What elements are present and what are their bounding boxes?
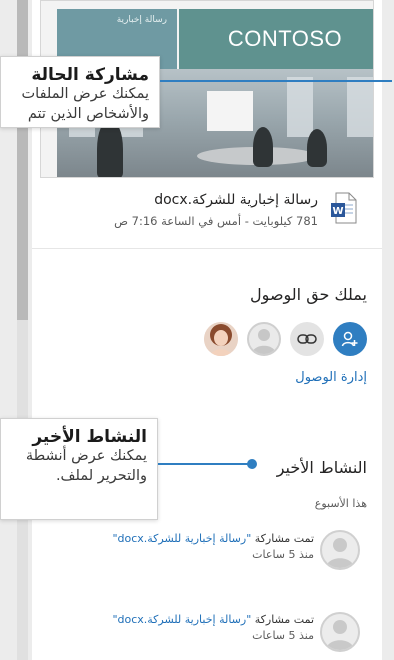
- photo-whiteboard: [207, 91, 253, 131]
- person-placeholder-icon: [326, 538, 354, 568]
- sharing-status-callout: مشاركة الحالة يمكنك عرض الملفات والأشخاص…: [0, 56, 160, 128]
- activity-avatar: [320, 530, 360, 570]
- word-document-icon: W: [331, 192, 357, 224]
- activity-action: تمت مشاركة: [251, 613, 314, 626]
- photo-person: [307, 129, 327, 167]
- photo-person: [253, 127, 273, 167]
- share-link-button[interactable]: [290, 322, 324, 356]
- recent-activity-heading: النشاط الأخير: [276, 458, 367, 477]
- person-placeholder-avatar[interactable]: [247, 322, 281, 356]
- activity-avatar: [320, 612, 360, 652]
- activity-file-link[interactable]: "رسالة إخبارية للشركة.docx": [112, 532, 251, 545]
- file-meta: 781 كيلوبايت - أمس في الساعة 7:16 ص: [114, 214, 318, 228]
- file-name[interactable]: رسالة إخبارية للشركة.docx: [154, 192, 318, 208]
- add-person-icon: [341, 331, 358, 347]
- photo-window: [287, 77, 313, 137]
- recent-activity-callout: النشاط الأخير يمكنك عرض أنشطة والتحرير ل…: [0, 418, 158, 520]
- svg-text:W: W: [332, 206, 343, 217]
- scrollbar-thumb[interactable]: [17, 0, 28, 320]
- person-photo-avatar[interactable]: [204, 322, 238, 356]
- thumbnail-mini-title: رسالة إخبارية: [116, 15, 167, 25]
- callout-line: يمكنك عرض الملفات: [21, 86, 149, 102]
- activity-action: تمت مشاركة: [251, 532, 314, 545]
- add-person-button[interactable]: [333, 322, 367, 356]
- activity-time: منذ 5 ساعات: [252, 548, 314, 561]
- callout-connector: [160, 80, 392, 82]
- callout-line: يمكنك عرض أنشطة: [25, 448, 147, 464]
- callout-connector: [158, 463, 252, 465]
- activity-period-label: هذا الأسبوع: [314, 497, 367, 510]
- divider: [32, 248, 382, 249]
- callout-title: النشاط الأخير: [32, 427, 147, 447]
- access-heading: يملك حق الوصول: [250, 285, 367, 304]
- manage-access-link[interactable]: إدارة الوصول: [295, 370, 367, 385]
- callout-line: والتحرير لملف.: [55, 467, 147, 484]
- activity-item-text: تمت مشاركة "رسالة إخبارية للشركة.docx": [112, 613, 314, 626]
- link-icon: [297, 334, 317, 344]
- activity-item-text: تمت مشاركة "رسالة إخبارية للشركة.docx": [112, 532, 314, 545]
- thumbnail-brand-banner: CONTOSO: [179, 9, 373, 69]
- callout-connector-dot: [247, 459, 257, 469]
- activity-file-link[interactable]: "رسالة إخبارية للشركة.docx": [112, 613, 251, 626]
- callout-title: مشاركة الحالة: [31, 65, 149, 85]
- callout-line: والأشخاص الذين تتم: [27, 105, 149, 122]
- activity-time: منذ 5 ساعات: [252, 629, 314, 642]
- photo-window: [347, 77, 373, 137]
- person-placeholder-icon: [252, 329, 276, 354]
- thumbnail-brand-text: CONTOSO: [227, 26, 343, 51]
- person-placeholder-icon: [326, 620, 354, 650]
